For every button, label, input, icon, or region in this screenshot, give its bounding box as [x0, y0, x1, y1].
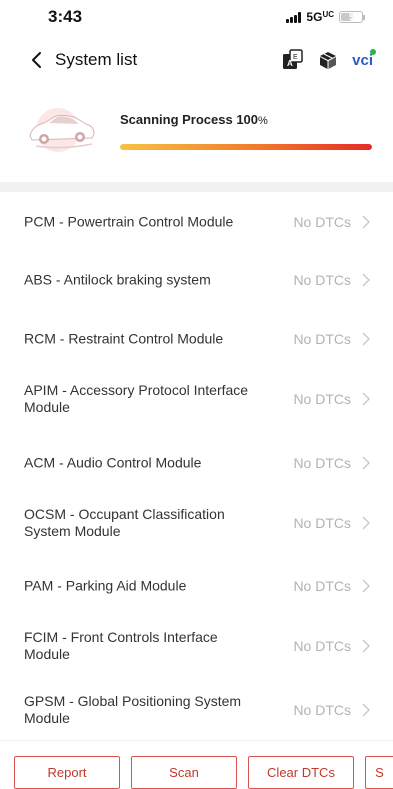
- scan-progress-fill: [120, 144, 372, 150]
- module-list: PCM - Powertrain Control Module No DTCs …: [0, 192, 393, 732]
- scan-progress-card: Scanning Process 100%: [0, 92, 393, 172]
- chevron-right-icon: [362, 703, 370, 717]
- clear-dtcs-button[interactable]: Clear DTCs: [248, 756, 354, 789]
- scan-progress-bar: [120, 144, 372, 150]
- chevron-left-icon: [32, 52, 41, 68]
- module-status: No DTCs: [293, 331, 351, 347]
- translate-icon: A E: [283, 49, 303, 69]
- module-status: No DTCs: [293, 515, 351, 531]
- battery-icon: 5: [339, 11, 365, 23]
- network-label: 5GUC: [306, 10, 334, 24]
- module-name: FCIM - Front Controls Interface Module: [24, 629, 218, 662]
- report-button[interactable]: Report: [14, 756, 120, 789]
- status-indicators: 5GUC 5: [286, 10, 365, 24]
- module-status: No DTCs: [293, 272, 351, 288]
- signal-icon: [286, 11, 302, 23]
- module-name: PAM - Parking Aid Module: [24, 577, 187, 594]
- vci-connected-dot: [370, 48, 376, 55]
- section-divider: [0, 182, 393, 192]
- vehicle-info-button[interactable]: [318, 50, 338, 70]
- battery-level: 5: [348, 12, 354, 22]
- module-status: No DTCs: [293, 702, 351, 718]
- module-row-pcm[interactable]: PCM - Powertrain Control Module No DTCs: [0, 192, 393, 252]
- module-status: No DTCs: [293, 214, 351, 230]
- module-name: ABS - Antilock braking system: [24, 271, 211, 288]
- status-bar: 3:43 5GUC 5: [0, 0, 393, 38]
- chevron-right-icon: [362, 579, 370, 593]
- overflow-action-button[interactable]: S: [365, 756, 393, 789]
- nav-bar: System list A E vci: [0, 40, 393, 80]
- module-row-acm[interactable]: ACM - Audio Control Module No DTCs: [0, 433, 393, 493]
- screen: 3:43 5GUC 5 System list A E vci Scanning…: [0, 0, 393, 789]
- vci-label: vci: [352, 48, 376, 69]
- box-icon: [320, 52, 337, 69]
- module-status: No DTCs: [293, 455, 351, 471]
- back-button[interactable]: [24, 48, 48, 72]
- chevron-right-icon: [362, 215, 370, 229]
- module-row-fcim[interactable]: FCIM - Front Controls Interface Module N…: [0, 616, 393, 676]
- module-status: No DTCs: [293, 391, 351, 407]
- chevron-right-icon: [362, 392, 370, 406]
- module-row-gpsm[interactable]: GPSM - Global Positioning System Module …: [0, 680, 393, 732]
- chevron-right-icon: [362, 273, 370, 287]
- module-row-rcm[interactable]: RCM - Restraint Control Module No DTCs: [0, 309, 393, 369]
- module-name: GPSM - Global Positioning System Module: [24, 693, 242, 726]
- module-name: RCM - Restraint Control Module: [24, 330, 224, 347]
- module-name: PCM - Powertrain Control Module: [24, 213, 234, 230]
- svg-text:E: E: [293, 54, 298, 61]
- chevron-right-icon: [362, 332, 370, 346]
- module-row-pam[interactable]: PAM - Parking Aid Module No DTCs: [0, 556, 393, 616]
- translate-button[interactable]: A E: [282, 49, 304, 71]
- module-name: APIM - Accessory Protocol Interface Modu…: [24, 382, 249, 415]
- status-time: 3:43: [48, 7, 83, 26]
- module-row-abs[interactable]: ABS - Antilock braking system No DTCs: [0, 250, 393, 310]
- module-status: No DTCs: [293, 578, 351, 594]
- module-name: OCSM - Occupant Classification System Mo…: [24, 506, 225, 539]
- car-icon: [29, 108, 95, 152]
- module-row-ocsm[interactable]: OCSM - Occupant Classification System Mo…: [0, 493, 393, 553]
- scan-progress-title: Scanning Process 100%: [120, 112, 268, 127]
- chevron-right-icon: [362, 639, 370, 653]
- chevron-right-icon: [362, 456, 370, 470]
- module-name: ACM - Audio Control Module: [24, 454, 202, 471]
- module-row-apim[interactable]: APIM - Accessory Protocol Interface Modu…: [0, 369, 393, 429]
- chevron-right-icon: [362, 516, 370, 530]
- nav-actions: A E vci: [282, 48, 376, 71]
- module-status: No DTCs: [293, 638, 351, 654]
- scan-button[interactable]: Scan: [131, 756, 237, 789]
- page-title: System list: [55, 50, 138, 69]
- vci-status-button[interactable]: vci: [352, 48, 376, 69]
- bottom-action-bar: Report Scan Clear DTCs S: [0, 740, 393, 789]
